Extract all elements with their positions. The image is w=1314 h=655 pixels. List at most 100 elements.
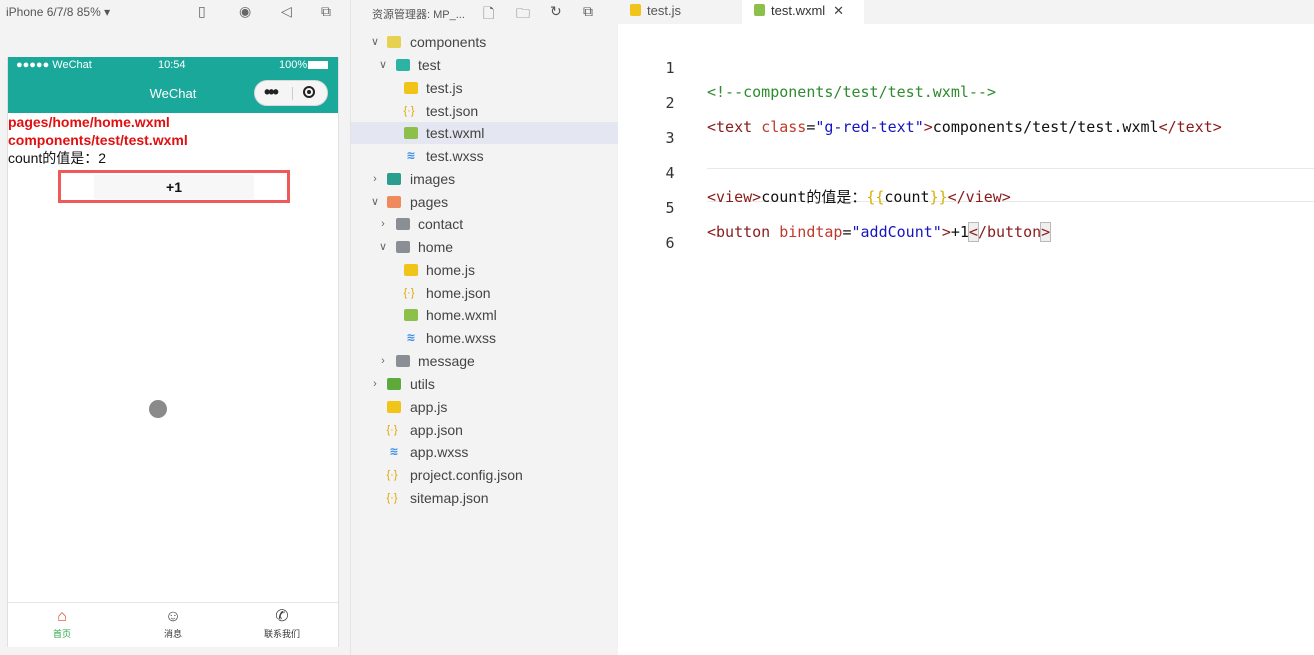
js-file-icon xyxy=(387,401,401,413)
tree-file-test-js[interactable]: test.js xyxy=(351,77,618,99)
code-editor: test.js test.wxml ✕ 1 <!--components/test… xyxy=(618,0,1314,655)
tab-label: 消息 xyxy=(163,629,182,639)
carrier-text: ●●●●● WeChat xyxy=(16,59,92,71)
tree-file-home-wxml[interactable]: home.wxml xyxy=(351,304,618,326)
battery-icon xyxy=(308,61,328,69)
code-line-4: 4 <view>count的值是：{{count}}</view> xyxy=(665,164,1011,206)
tab-test-wxml[interactable]: test.wxml ✕ xyxy=(742,0,864,24)
json-file-icon: {·} xyxy=(386,469,398,481)
wxss-file-icon: ≋ xyxy=(406,150,416,162)
tree-file-test-wxml[interactable]: test.wxml xyxy=(351,122,618,144)
chevron-right-icon: › xyxy=(373,173,377,185)
json-file-icon: {·} xyxy=(403,105,415,117)
tab-bar: ⌂ 首页 ☺ 消息 ✆ 联系我们 xyxy=(8,602,338,647)
new-folder-icon[interactable]: 🗀 xyxy=(516,3,530,27)
tree-folder-test[interactable]: ∨ test xyxy=(351,54,618,76)
simulator-panel: iPhone 6/7/8 85% ▾ ▯ ◉ ◁ ⧉ ●●●●● WeChat … xyxy=(0,0,350,655)
volume-icon[interactable]: ◁ xyxy=(281,4,292,18)
tab-message[interactable]: ☺ 消息 xyxy=(143,607,203,641)
wxss-file-icon: ≋ xyxy=(406,332,416,344)
folder-open-icon xyxy=(396,59,410,71)
folder-icon xyxy=(396,218,410,230)
message-icon: ☺ xyxy=(164,608,182,625)
code-line-1: 1 <!--components/test/test.wxml--> xyxy=(665,59,996,101)
add-count-button[interactable]: +1 xyxy=(94,175,254,199)
phone-icon[interactable]: ▯ xyxy=(198,4,206,18)
folder-open-icon xyxy=(396,241,410,253)
json-file-icon: {·} xyxy=(386,492,398,504)
code-line-3: 3 xyxy=(665,129,675,147)
tree-file-test-wxss[interactable]: ≋ test.wxss xyxy=(351,145,618,167)
wxss-file-icon: ≋ xyxy=(389,446,399,458)
editor-tabs: test.js test.wxml ✕ xyxy=(618,0,1314,24)
simulator-toolbar: iPhone 6/7/8 85% ▾ ▯ ◉ ◁ ⧉ xyxy=(0,0,350,24)
component-path-text: components/test/test.wxml xyxy=(8,132,188,148)
home-icon: ⌂ xyxy=(57,608,67,625)
tab-label: 联系我们 xyxy=(263,629,300,639)
touch-cursor xyxy=(149,400,167,418)
code-area[interactable]: 1 <!--components/test/test.wxml--> 2 <te… xyxy=(618,24,1314,655)
tree-folder-pages[interactable]: ∨ pages xyxy=(351,191,618,213)
capsule-menu[interactable]: ••• xyxy=(254,80,328,106)
chevron-down-icon: ∨ xyxy=(370,36,380,48)
chevron-down-icon: ∨ xyxy=(370,196,380,208)
code-line-6: 6 xyxy=(665,234,675,252)
battery-text: 100% xyxy=(279,59,308,71)
js-file-icon xyxy=(630,4,641,16)
json-file-icon: {·} xyxy=(386,424,398,436)
tree-folder-components[interactable]: ∨ components xyxy=(351,31,618,53)
code-line-5: 5 <button bindtap="addCount">+1</button> xyxy=(665,199,1052,242)
chevron-right-icon: › xyxy=(373,378,377,390)
tree-folder-home[interactable]: ∨ home xyxy=(351,236,618,258)
explorer-title: 资源管理器: MP_... xyxy=(372,9,465,21)
folder-open-icon xyxy=(387,36,401,48)
tab-contact[interactable]: ✆ 联系我们 xyxy=(252,607,312,641)
tree-folder-images[interactable]: › images xyxy=(351,168,618,190)
page-content: pages/home/home.wxml components/test/tes… xyxy=(8,113,338,167)
close-icon[interactable]: ✕ xyxy=(833,3,844,18)
json-file-icon: {·} xyxy=(403,287,415,299)
tree-folder-utils[interactable]: › utils xyxy=(351,373,618,395)
chevron-down-icon: ∨ xyxy=(378,59,388,71)
chevron-right-icon: › xyxy=(381,218,385,230)
chevron-right-icon: › xyxy=(381,355,385,367)
tree-file-project-config[interactable]: {·} project.config.json xyxy=(351,464,618,486)
close-mini-program-icon[interactable] xyxy=(303,86,315,98)
tree-file-sitemap[interactable]: {·} sitemap.json xyxy=(351,487,618,509)
tree-file-app-wxss[interactable]: ≋ app.wxss xyxy=(351,441,618,463)
tree-file-app-js[interactable]: app.js xyxy=(351,396,618,418)
tab-home[interactable]: ⌂ 首页 xyxy=(32,607,92,641)
nav-bar: WeChat ••• xyxy=(8,74,338,113)
tab-test-js[interactable]: test.js xyxy=(618,0,742,24)
folder-icon xyxy=(387,173,401,185)
record-icon[interactable]: ◉ xyxy=(239,4,251,18)
tree-folder-contact[interactable]: › contact xyxy=(351,213,618,235)
popout-icon[interactable]: ⧉ xyxy=(321,4,331,18)
refresh-icon[interactable]: ↻ xyxy=(550,3,562,20)
folder-icon xyxy=(396,355,410,367)
tree-file-test-json[interactable]: {·} test.json xyxy=(351,100,618,122)
status-bar: ●●●●● WeChat 10:54 100% xyxy=(8,57,338,74)
status-time: 10:54 xyxy=(158,59,186,71)
file-explorer: 资源管理器: MP_... 🗋 🗀 ↻ ⧉ ∨ components ∨ tes… xyxy=(350,0,618,655)
wxml-file-icon xyxy=(404,127,418,139)
new-file-icon[interactable]: 🗋 xyxy=(483,3,494,27)
collapse-all-icon[interactable]: ⧉ xyxy=(583,3,593,20)
tree-folder-message[interactable]: › message xyxy=(351,350,618,372)
folder-open-icon xyxy=(387,196,401,208)
wxml-file-icon xyxy=(404,309,418,321)
explorer-header: 资源管理器: MP_... 🗋 🗀 ↻ ⧉ xyxy=(351,0,618,24)
tree-file-app-json[interactable]: {·} app.json xyxy=(351,419,618,441)
code-line-2: 2 <text class="g-red-text">components/te… xyxy=(665,94,1222,136)
folder-icon xyxy=(387,378,401,390)
chevron-down-icon: ∨ xyxy=(378,241,388,253)
tree-file-home-wxss[interactable]: ≋ home.wxss xyxy=(351,327,618,349)
phone-screen: ●●●●● WeChat 10:54 100% WeChat ••• pages… xyxy=(7,57,339,647)
tree-file-home-js[interactable]: home.js xyxy=(351,259,618,281)
more-icon[interactable]: ••• xyxy=(264,82,279,103)
js-file-icon xyxy=(404,82,418,94)
tab-label: 首页 xyxy=(52,629,71,639)
tree-file-home-json[interactable]: {·} home.json xyxy=(351,282,618,304)
device-selector[interactable]: iPhone 6/7/8 85% ▾ xyxy=(6,5,110,19)
wxml-file-icon xyxy=(754,4,765,16)
